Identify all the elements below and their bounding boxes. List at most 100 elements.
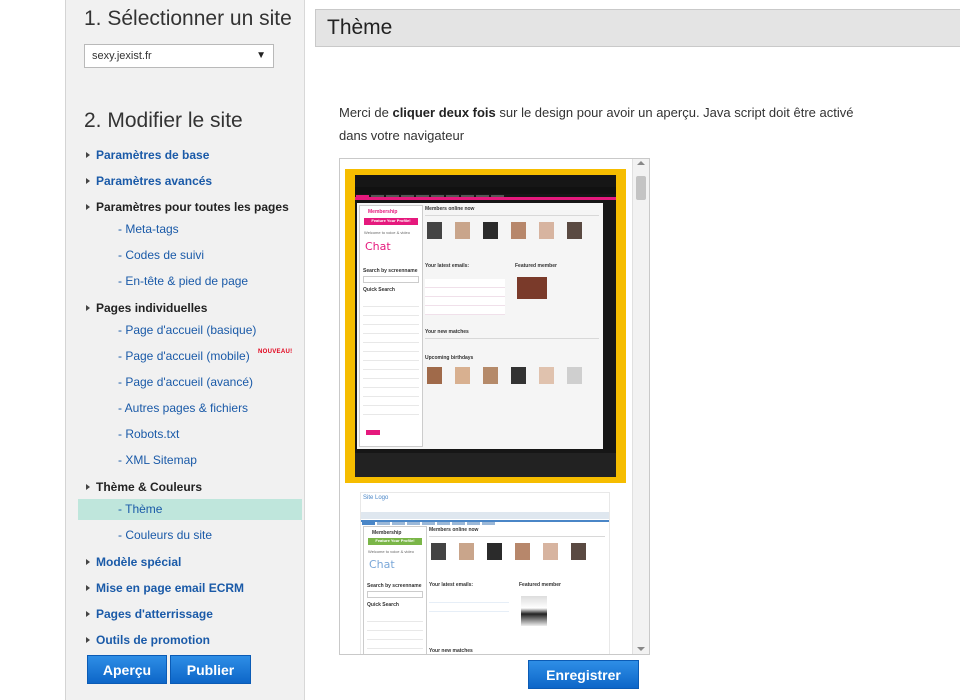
theme-dark-screen: Membership Feature Your Profile! Welcome… bbox=[355, 175, 616, 477]
mock-photo bbox=[487, 543, 502, 560]
nav-label: Pages d'atterrissage bbox=[96, 607, 213, 621]
nav-home-advanced[interactable]: - Page d'accueil (avancé) bbox=[78, 372, 302, 393]
mock-new-matches: Your new matches bbox=[429, 648, 473, 654]
nav-label: Mise en page email ECRM bbox=[96, 581, 245, 595]
mock-members-online: Members online now bbox=[425, 206, 475, 212]
scroll-thumb[interactable] bbox=[636, 176, 646, 200]
nav-site-colors[interactable]: - Couleurs du site bbox=[78, 525, 302, 546]
mock-photo bbox=[427, 367, 442, 384]
mock-membership: Membership bbox=[372, 530, 402, 536]
theme-thumbnail-light[interactable]: Site Logo Membership Feature Your Profil… bbox=[360, 492, 610, 654]
mock-photo bbox=[431, 543, 446, 560]
arrow-right-icon bbox=[86, 305, 90, 311]
nav-theme-colors[interactable]: Thème & Couleurs bbox=[86, 477, 202, 497]
nav-home-basic[interactable]: - Page d'accueil (basique) bbox=[78, 320, 302, 341]
mock-membership: Membership bbox=[368, 209, 398, 215]
theme-thumbnail-dark[interactable]: Membership Feature Your Profile! Welcome… bbox=[345, 169, 626, 483]
nav-advanced-settings[interactable]: Paramètres avancés bbox=[86, 171, 212, 191]
site-select[interactable]: sexy.jexist.fr ▼ bbox=[84, 44, 274, 68]
mock-chat: Chat bbox=[369, 558, 395, 571]
nav-meta-tags[interactable]: - Meta-tags bbox=[78, 219, 302, 240]
section-header: Thème bbox=[315, 9, 960, 47]
mock-photo bbox=[567, 367, 582, 384]
scroll-up-icon[interactable] bbox=[637, 161, 645, 165]
nav-all-pages-settings[interactable]: Paramètres pour toutes les pages bbox=[86, 197, 289, 217]
mock-photo bbox=[511, 222, 526, 239]
step1-title: 1. Sélectionner un site bbox=[84, 7, 292, 30]
mock-featured-member: Featured member bbox=[515, 263, 557, 269]
preview-button[interactable]: Aperçu bbox=[87, 655, 167, 684]
scroll-down-icon[interactable] bbox=[637, 647, 645, 651]
mock-photo bbox=[539, 367, 554, 384]
mock-photo bbox=[483, 222, 498, 239]
nav-robots-txt[interactable]: - Robots.txt bbox=[78, 424, 302, 445]
arrow-right-icon bbox=[86, 585, 90, 591]
mock-page: Membership Feature Your Profile! Welcome… bbox=[357, 203, 603, 449]
nav-special-model[interactable]: Modèle spécial bbox=[86, 552, 181, 572]
chevron-down-icon: ▼ bbox=[256, 50, 266, 61]
nav-label: Outils de promotion bbox=[96, 633, 210, 647]
nav-header-footer[interactable]: - En-tête & pied de page bbox=[78, 271, 302, 292]
arrow-right-icon bbox=[86, 484, 90, 490]
mock-input bbox=[363, 276, 419, 283]
mock-divider bbox=[429, 536, 605, 537]
mock-divider bbox=[425, 215, 599, 216]
nav-xml-sitemap[interactable]: - XML Sitemap bbox=[78, 450, 302, 471]
nav-label: Paramètres avancés bbox=[96, 174, 213, 188]
nav-theme[interactable]: - Thème bbox=[78, 499, 302, 520]
nav-individual-pages[interactable]: Pages individuelles bbox=[86, 298, 207, 318]
mock-search-screenname: Search by screenname bbox=[367, 583, 422, 589]
mock-right-column: Members online now Your latest emails: F… bbox=[429, 526, 605, 654]
nav-label: Thème & Couleurs bbox=[96, 480, 203, 494]
intro-part: Merci de bbox=[339, 105, 393, 120]
save-button[interactable]: Enregistrer bbox=[528, 660, 639, 689]
mock-photo bbox=[427, 222, 442, 239]
mock-birthdays: Upcoming birthdays bbox=[425, 355, 474, 361]
mock-email-list bbox=[429, 594, 509, 616]
mock-welcome: Welcome to voice & video bbox=[368, 549, 414, 554]
mock-photo bbox=[511, 367, 526, 384]
mock-divider bbox=[425, 338, 599, 339]
mock-photo bbox=[543, 543, 558, 560]
nav-landing-pages[interactable]: Pages d'atterrissage bbox=[86, 604, 213, 624]
nav-label: Paramètres pour toutes les pages bbox=[96, 200, 289, 214]
mock-featured-photo bbox=[521, 596, 547, 626]
nav-promo-tools[interactable]: Outils de promotion bbox=[86, 630, 210, 650]
nav-base-settings[interactable]: Paramètres de base bbox=[86, 145, 209, 165]
mock-quick-search: Quick Search bbox=[367, 602, 399, 608]
nav-tracking-codes[interactable]: - Codes de suivi bbox=[78, 245, 302, 266]
mock-site-logo: Site Logo bbox=[363, 495, 389, 501]
mock-email-list bbox=[425, 279, 505, 315]
mock-featured-photo bbox=[517, 277, 547, 299]
mock-latest-emails: Your latest emails: bbox=[425, 263, 470, 269]
mock-form bbox=[367, 613, 423, 654]
nav-other-pages[interactable]: - Autres pages & fichiers bbox=[78, 398, 302, 419]
mock-form bbox=[363, 298, 419, 418]
preview-scrollbar[interactable] bbox=[632, 159, 649, 654]
theme-preview-pane[interactable]: Membership Feature Your Profile! Welcome… bbox=[339, 158, 650, 655]
mock-latest-emails: Your latest emails: bbox=[429, 582, 474, 588]
publish-button[interactable]: Publier bbox=[170, 655, 251, 684]
mock-search-button bbox=[366, 430, 380, 435]
sidebar: 1. Sélectionner un site sexy.jexist.fr ▼… bbox=[65, 0, 305, 700]
arrow-right-icon bbox=[86, 152, 90, 158]
nav-email-layout[interactable]: Mise en page email ECRM bbox=[86, 578, 244, 598]
mock-left-column: Membership Feature Your Profile! Welcome… bbox=[359, 205, 423, 447]
arrow-right-icon bbox=[86, 178, 90, 184]
mock-nav bbox=[355, 187, 616, 200]
nav-label: Paramètres de base bbox=[96, 148, 210, 162]
mock-photo bbox=[515, 543, 530, 560]
mock-members-online: Members online now bbox=[429, 527, 479, 533]
mock-photo bbox=[539, 222, 554, 239]
intro-bold: cliquer deux fois bbox=[392, 105, 496, 120]
mock-chat: Chat bbox=[365, 240, 391, 253]
arrow-right-icon bbox=[86, 611, 90, 617]
nav-label: Pages individuelles bbox=[96, 301, 208, 315]
mock-accent-bar bbox=[355, 197, 616, 200]
site-select-value: sexy.jexist.fr bbox=[92, 50, 152, 62]
mock-input bbox=[367, 591, 423, 598]
mock-featured-member: Featured member bbox=[519, 582, 561, 588]
mock-search-screenname: Search by screenname bbox=[363, 268, 418, 274]
mock-right-column: Members online now Your latest emails: F… bbox=[425, 205, 599, 445]
mock-photo bbox=[567, 222, 582, 239]
